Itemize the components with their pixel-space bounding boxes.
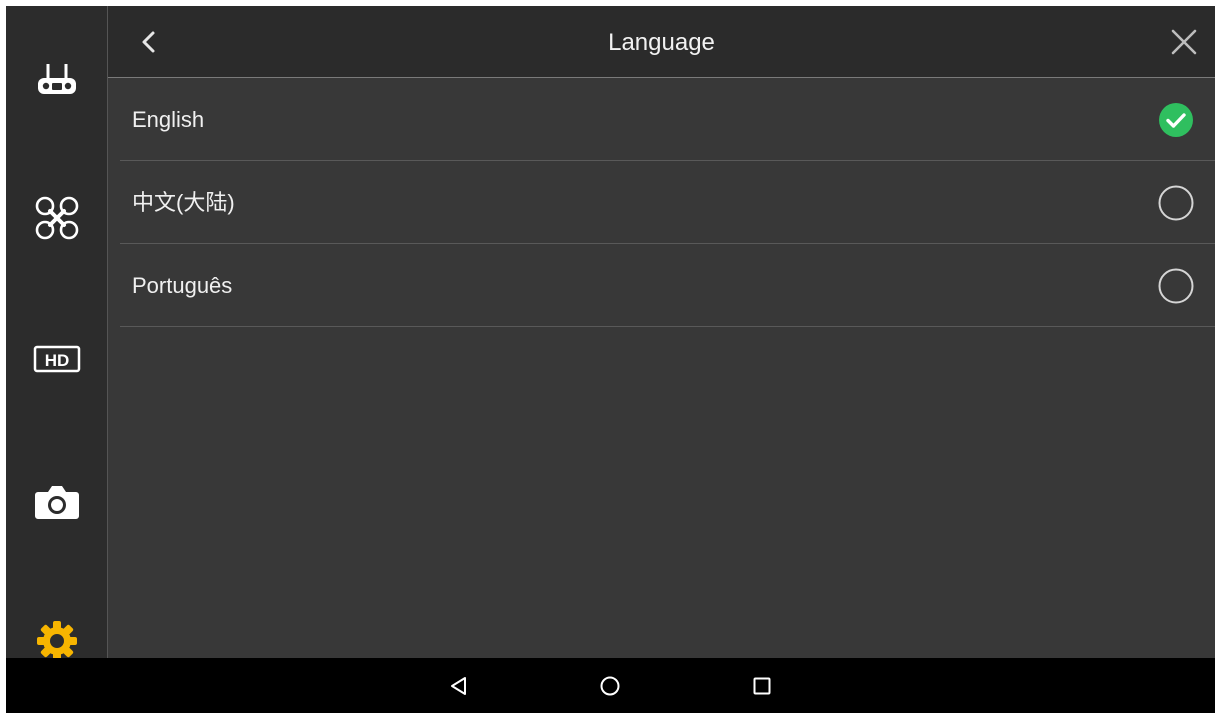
sidebar: HD: [6, 6, 108, 661]
system-navigation-bar: [6, 658, 1215, 713]
app-screen: HD Language English 中文(大陆) Português: [6, 6, 1215, 713]
radio-selected[interactable]: [1158, 102, 1194, 138]
sidebar-item-aircraft[interactable]: [6, 188, 107, 248]
home-circle-icon: [600, 676, 620, 696]
recents-square-icon: [753, 677, 771, 695]
close-button[interactable]: [1161, 20, 1207, 64]
sidebar-item-hd-transmission[interactable]: HD: [6, 329, 107, 389]
nav-recents-button[interactable]: [740, 664, 784, 708]
empty-circle-icon: [1158, 185, 1194, 221]
empty-circle-icon: [1158, 268, 1194, 304]
nav-home-button[interactable]: [588, 664, 632, 708]
main-panel: Language English 中文(大陆) Português: [108, 6, 1215, 658]
language-option-chinese[interactable]: 中文(大陆): [120, 161, 1215, 244]
nav-back-button[interactable]: [437, 664, 481, 708]
sidebar-item-camera[interactable]: [6, 472, 107, 532]
drone-icon: [35, 196, 78, 240]
camera-icon: [34, 486, 79, 519]
language-label: English: [132, 107, 205, 132]
radio-unselected[interactable]: [1158, 185, 1194, 221]
language-option-portuguese[interactable]: Português: [120, 244, 1215, 327]
language-label: Português: [132, 273, 233, 298]
check-circle-icon: [1159, 103, 1193, 137]
close-icon: [1171, 29, 1197, 55]
page-title: Language: [608, 29, 715, 56]
hd-icon: HD: [33, 345, 80, 373]
language-option-english[interactable]: English: [120, 78, 1215, 161]
header: Language: [108, 6, 1215, 78]
language-list: English 中文(大陆) Português: [120, 78, 1215, 327]
radio-unselected[interactable]: [1158, 268, 1194, 304]
sidebar-item-remote-controller[interactable]: [6, 48, 107, 108]
remote-controller-icon: [37, 64, 76, 94]
language-label: 中文(大陆): [132, 190, 235, 215]
back-triangle-icon: [451, 677, 466, 695]
svg-text:HD: HD: [44, 351, 69, 370]
gear-icon: [36, 621, 77, 661]
